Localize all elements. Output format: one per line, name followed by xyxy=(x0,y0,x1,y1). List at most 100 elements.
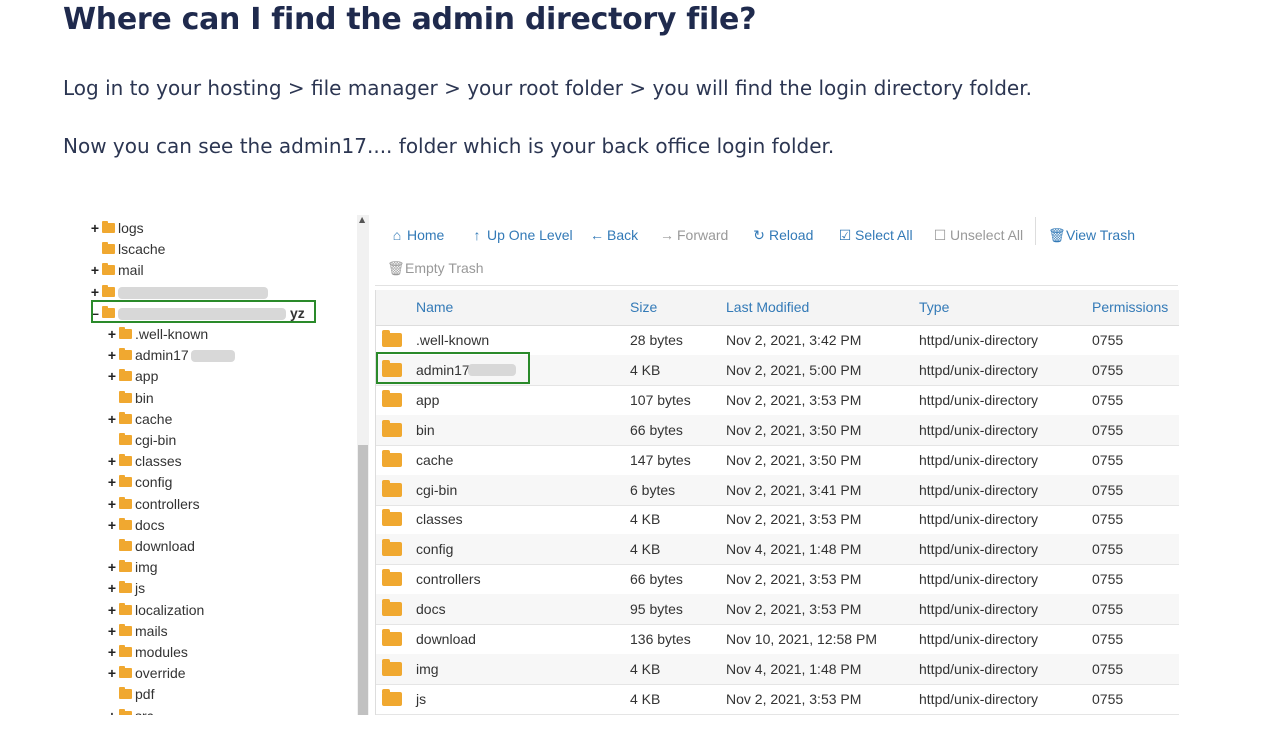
tree-item-label-redacted xyxy=(118,282,268,302)
cell-type: httpd/unix-directory xyxy=(919,361,1039,378)
folder-icon xyxy=(382,449,402,467)
column-permissions-header[interactable]: Permissions xyxy=(1092,290,1168,325)
empty-trash-button[interactable]: 🗑Empty Trash xyxy=(387,258,484,278)
tree-toggle-icon[interactable]: + xyxy=(107,621,117,641)
folder-icon xyxy=(119,327,132,339)
trash-icon: 🗑 xyxy=(1048,227,1066,243)
tree-scrollbar[interactable]: ▲ xyxy=(357,215,369,715)
folder-icon xyxy=(382,419,402,437)
cell-name: app xyxy=(416,391,440,408)
tree-toggle-icon[interactable]: + xyxy=(107,366,117,386)
tree-toggle-icon[interactable]: + xyxy=(107,663,117,683)
forward-button[interactable]: → Forward xyxy=(659,225,728,245)
folder-icon xyxy=(119,348,132,361)
tree-item-label: pdf xyxy=(135,686,155,703)
tree-item-label: controllers xyxy=(135,495,200,512)
cell-modified: Nov 2, 2021, 3:53 PM xyxy=(726,690,862,707)
tree-item-label: img xyxy=(135,559,158,576)
view-trash-button[interactable]: 🗑View Trash xyxy=(1048,225,1135,245)
folder-icon xyxy=(382,330,402,347)
tree-toggle-icon[interactable]: + xyxy=(107,557,117,577)
table-row[interactable]: download 136 bytes Nov 10, 2021, 12:58 PM h… xyxy=(376,624,1179,655)
tree-toggle-icon[interactable]: + xyxy=(107,578,117,598)
admin-row-highlight-box xyxy=(376,352,530,384)
tree-item-text: admin17 xyxy=(135,347,189,364)
up-one-level-button[interactable]: ↑ Up One Level xyxy=(469,225,573,245)
tree-item-label: logs xyxy=(118,220,144,236)
scrollbar-thumb[interactable] xyxy=(358,445,368,715)
tree-toggle-icon[interactable]: + xyxy=(90,218,100,238)
cell-name: .well-known xyxy=(416,332,490,348)
table-row[interactable]: config 4 KB Nov 4, 2021, 1:48 PM httpd/unix… xyxy=(376,534,1179,566)
table-row[interactable]: js 4 KB Nov 2, 2021, 3:53 PM httpd/unix-dir… xyxy=(376,684,1179,715)
folder-icon xyxy=(102,242,115,255)
cell-permissions: 0755 xyxy=(1092,332,1124,348)
select-all-button[interactable]: ☑ Select All xyxy=(837,225,913,245)
toolbar-divider xyxy=(1035,217,1036,245)
cell-permissions: 0755 xyxy=(1092,631,1124,647)
page-heading: Where can I find the admin directory fil… xyxy=(63,2,757,37)
folder-icon xyxy=(119,560,132,573)
cell-modified: Nov 4, 2021, 1:48 PM xyxy=(726,541,862,558)
home-button[interactable]: ⌂ Home xyxy=(389,225,445,245)
cell-modified: Nov 4, 2021, 1:48 PM xyxy=(726,660,862,677)
table-row[interactable]: bin 66 bytes Nov 2, 2021, 3:50 PM httpd/uni… xyxy=(376,414,1179,446)
cell-name: config xyxy=(416,541,454,558)
tree-toggle-icon[interactable]: + xyxy=(107,600,117,620)
cell-permissions: 0755 xyxy=(1092,451,1124,468)
table-row[interactable]: cgi-bin 6 bytes Nov 2, 2021, 3:41 PM httpd/… xyxy=(376,474,1179,506)
tree-item-label: config xyxy=(135,474,173,491)
tree-toggle-icon[interactable]: + xyxy=(107,706,117,715)
column-name-header[interactable]: Name xyxy=(416,290,453,325)
cell-name: controllers xyxy=(416,571,481,588)
table-row[interactable]: cache 147 bytes Nov 2, 2021, 3:50 PM httpd/… xyxy=(376,445,1179,476)
tree-toggle-icon[interactable]: + xyxy=(107,345,117,365)
back-label: Back xyxy=(607,227,639,243)
cell-permissions: 0755 xyxy=(1092,660,1124,677)
tree-toggle-icon[interactable]: + xyxy=(107,494,117,514)
tree-toggle-icon[interactable]: + xyxy=(107,451,117,471)
unselect-all-button[interactable]: ☐ Unselect All xyxy=(932,225,1023,245)
folder-icon xyxy=(382,479,402,497)
tree-toggle-icon[interactable]: + xyxy=(107,409,117,429)
cell-permissions: 0755 xyxy=(1092,421,1124,438)
column-size-header[interactable]: Size xyxy=(630,290,657,325)
table-row[interactable]: controllers 66 bytes Nov 2, 2021, 3:53 PM h… xyxy=(376,564,1179,596)
tree-item-label: bin xyxy=(135,389,154,406)
cell-size: 4 KB xyxy=(630,511,661,528)
cell-size: 66 bytes xyxy=(630,421,683,438)
back-button[interactable]: ← Back xyxy=(589,225,638,245)
folder-icon xyxy=(119,390,132,403)
tree-toggle-icon[interactable]: + xyxy=(107,515,117,535)
up-one-level-label: Up One Level xyxy=(487,227,573,243)
trash-icon: 🗑 xyxy=(387,260,405,276)
table-row[interactable]: docs 95 bytes Nov 2, 2021, 3:53 PM httpd/un… xyxy=(376,594,1179,626)
folder-icon xyxy=(119,454,132,467)
checked-box-icon: ☑ xyxy=(838,227,852,243)
cell-size: 147 bytes xyxy=(630,451,691,468)
table-row[interactable]: app 107 bytes Nov 2, 2021, 3:53 PM httpd/un… xyxy=(376,385,1179,416)
tree-toggle-icon[interactable]: + xyxy=(107,642,117,662)
tree-toggle-icon[interactable]: + xyxy=(90,282,100,302)
tree-toggle-icon[interactable]: + xyxy=(107,472,117,492)
table-row[interactable]: classes 4 KB Nov 2, 2021, 3:53 PM httpd/uni… xyxy=(376,504,1179,536)
cell-size: 95 bytes xyxy=(630,601,683,618)
cell-type: httpd/unix-directory xyxy=(919,571,1039,588)
cell-name: cgi-bin xyxy=(416,481,458,498)
column-type-header[interactable]: Type xyxy=(919,290,949,325)
cell-type: httpd/unix-directory xyxy=(919,631,1039,647)
cell-size: 107 bytes xyxy=(630,391,691,408)
reload-button[interactable]: ↻ Reload xyxy=(751,225,813,245)
cell-type: httpd/unix-directory xyxy=(919,601,1039,618)
folder-icon xyxy=(119,411,132,424)
empty-trash-label: Empty Trash xyxy=(405,260,484,276)
unselect-all-label: Unselect All xyxy=(950,227,1024,243)
column-modified-header[interactable]: Last Modified xyxy=(726,290,809,325)
directory-tree: + logs lscache + mail + – yz + .well-known + admin1… xyxy=(80,215,350,715)
table-row[interactable]: img 4 KB Nov 4, 2021, 1:48 PM httpd/unix-di… xyxy=(376,653,1179,685)
home-label: Home xyxy=(407,227,445,243)
scroll-up-arrow-icon[interactable]: ▲ xyxy=(359,215,365,224)
cell-type: httpd/unix-directory xyxy=(919,481,1039,498)
tree-toggle-icon[interactable]: + xyxy=(90,260,100,280)
tree-toggle-icon[interactable]: + xyxy=(107,324,117,344)
